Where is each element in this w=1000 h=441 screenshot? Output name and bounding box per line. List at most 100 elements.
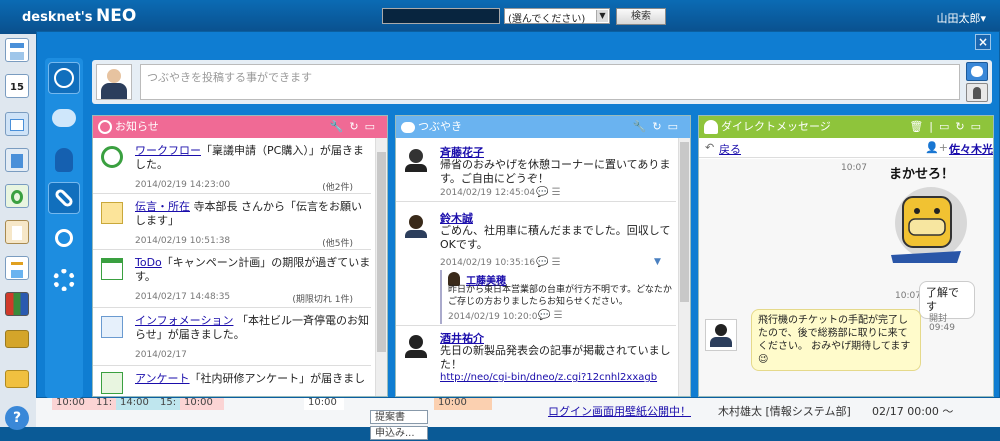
notice-count: (他5件)	[322, 239, 353, 249]
tweet-item[interactable]: 鈴木誠 ごめん、社用車に積んだままでした。回収してOKです。 2014/02/1…	[396, 202, 676, 326]
stamp-text: まかせろ！	[889, 167, 955, 182]
user-menu[interactable]: 山田太郎▾	[936, 10, 986, 26]
scrollbar[interactable]	[678, 138, 690, 396]
tweet-time: 2014/02/19 12:45:04	[440, 188, 536, 198]
post-bar: つぶやきを投稿する事ができます	[92, 60, 992, 104]
todo-icon	[101, 258, 123, 280]
header-tools[interactable]: 🔧↻▭	[633, 116, 684, 138]
antenna-icon	[54, 68, 74, 88]
notice-item[interactable]: アンケート「社内研修アンケート」が届きまし	[93, 366, 371, 396]
search-tool-button[interactable]	[48, 222, 80, 254]
folder-open-icon[interactable]	[5, 370, 29, 388]
books-icon[interactable]	[5, 292, 29, 316]
reply-icon[interactable]: 💬 ☰	[536, 257, 561, 268]
tweets-column: つぶやき 🔧↻▭ 斉藤花子 帰省のおみやげを休憩コーナーに置いてあります。ご自由…	[395, 115, 691, 397]
app-logo[interactable]: desknet's NEO	[22, 6, 136, 26]
add-person-icon[interactable]: 👤+	[925, 141, 948, 154]
bg-cell: 11:	[92, 396, 116, 410]
portal-icon[interactable]	[5, 38, 29, 62]
link-icon	[53, 187, 75, 209]
search-input[interactable]	[382, 8, 500, 24]
notice-count: (期限切れ 1件)	[292, 295, 353, 305]
top-bar: desknet's NEO (選んでください) ▼ 検索 山田太郎▾	[0, 0, 1000, 34]
notice-item[interactable]: ToDo「キャンペーン計画」の期限が過ぎています。 2014/02/17 14:…	[93, 250, 371, 308]
bg-notice-row[interactable]: ログイン画面用壁紙公開中！ 木村雄太 [情報システム部] 02/17 00:00…	[516, 404, 996, 420]
header-tools[interactable]: 🔧↻▭	[330, 116, 381, 138]
notices-column: お知らせ 🔧↻▭ ワークフロー「稟議申請（PC購入）」が届きました。 2014/…	[92, 115, 388, 397]
bg-notice-link[interactable]: ログイン画面用壁紙公開中！	[548, 404, 691, 420]
tweet-body: 先日の新製品発表会の記事が掲載されていました！	[440, 344, 671, 371]
notice-link[interactable]: インフォメーション	[135, 314, 233, 327]
bg-cell: 10:00	[304, 396, 344, 410]
dm-partner-name[interactable]: 佐々木光	[949, 141, 993, 157]
notice-item[interactable]: インフォメーション 「本社ビル一斉停電のお知らせ」が届きました。 2014/02…	[93, 308, 371, 366]
tweet-body: ごめん、社用車に積んだままでした。回収してOKです。	[440, 224, 671, 251]
bg-cell[interactable]: 提案書	[370, 410, 428, 424]
notice-time: 2014/02/19 10:51:38	[135, 236, 231, 246]
dm-title: ダイレクトメッセージ	[721, 120, 831, 133]
information-icon	[101, 316, 123, 338]
help-icon[interactable]: ?	[5, 406, 29, 430]
search-select-value: (選んでください)	[508, 14, 586, 25]
facility-icon[interactable]	[5, 148, 29, 172]
link-tool-button[interactable]	[48, 182, 80, 214]
antenna-tool-button[interactable]	[48, 62, 80, 94]
person-tool-button[interactable]	[48, 144, 80, 176]
search-target-select[interactable]: (選んでください) ▼	[504, 8, 610, 25]
reply-icon[interactable]: 💬 ☰	[538, 310, 563, 321]
back-arrow-icon[interactable]: ↶	[705, 141, 714, 154]
settings-tool-button[interactable]	[48, 264, 80, 296]
workflow-icon[interactable]	[5, 184, 29, 208]
my-avatar	[96, 64, 132, 100]
person-icon	[704, 120, 718, 134]
calendar-icon[interactable]: 15	[5, 74, 29, 98]
logo-text-2: NEO	[96, 6, 137, 26]
chat-tool-button[interactable]	[48, 102, 80, 134]
post-input[interactable]: つぶやきを投稿する事ができます	[140, 64, 960, 100]
message-time: 10:07	[895, 291, 921, 301]
notice-item[interactable]: 伝言・所在 寺本部長 さんから「伝言をお願いします」 2014/02/19 10…	[93, 194, 371, 250]
memo-icon[interactable]	[5, 256, 29, 280]
notice-link[interactable]: 伝言・所在	[135, 200, 190, 213]
workflow-icon	[101, 146, 123, 168]
reply-icon[interactable]: 💬 ☰	[536, 187, 561, 198]
notices-header: お知らせ 🔧↻▭	[93, 116, 387, 138]
chat-bubble-icon	[971, 66, 983, 77]
post-tools	[966, 62, 988, 102]
scrollbar[interactable]	[375, 138, 387, 396]
avatar	[402, 332, 430, 360]
header-tools[interactable]: 🗑|▭↻▭	[909, 116, 987, 138]
search-button[interactable]: 検索	[616, 8, 666, 25]
clipboard-icon[interactable]	[5, 220, 29, 244]
dm-nav: ↶ 戻る 👤+ 佐々木光	[699, 138, 993, 158]
notice-link[interactable]: アンケート	[135, 372, 190, 385]
back-link[interactable]: 戻る	[719, 141, 741, 157]
antenna-icon	[98, 120, 112, 134]
bg-cell: 10:00	[180, 396, 224, 410]
bg-cell: 15:	[156, 396, 180, 410]
tweet-item[interactable]: 斉藤花子 帰省のおみやげを休憩コーナーに置いてあります。ご自由にどうぞ！ 201…	[396, 138, 676, 202]
notice-item[interactable]: ワークフロー「稟議申請（PC購入）」が届きました。 2014/02/19 14:…	[93, 138, 371, 194]
notice-link[interactable]: ワークフロー	[135, 144, 201, 157]
tweet-item[interactable]: 酒井祐介 先日の新製品発表会の記事が掲載されていました！ http://neo/…	[396, 326, 676, 398]
notice-time: 2014/02/19 14:23:00	[135, 180, 231, 190]
bg-notice-date: 02/17 00:00 ～	[872, 405, 954, 418]
bg-cell[interactable]: 申込み...	[370, 426, 428, 440]
reply-time: 2014/02/19 10:20:05	[448, 312, 544, 322]
expand-icon[interactable]: ▼	[654, 257, 661, 267]
message-time: 10:07	[841, 163, 867, 173]
tweet-link[interactable]: http://neo/cgi-bin/dneo/z.cgi?12cnhl2xxa…	[440, 372, 672, 383]
magnifier-icon	[55, 229, 73, 247]
avatar	[705, 319, 737, 351]
close-button[interactable]: ×	[975, 34, 991, 50]
chat-bubble-icon	[401, 122, 415, 133]
notice-count: (他2件)	[322, 183, 353, 193]
tweet-post-button[interactable]	[966, 62, 988, 81]
reply-body: 昨日から東日本営業部の台車が行方不明です。どなたかご存じの方おりましたらお知らせ…	[448, 285, 672, 307]
dm-post-button[interactable]	[966, 83, 988, 102]
mail-icon[interactable]	[5, 112, 29, 136]
notice-link[interactable]: ToDo	[135, 256, 162, 269]
bg-cell: 10:00	[52, 396, 92, 410]
folder-icon[interactable]	[5, 330, 29, 348]
calendar-day: 15	[10, 82, 24, 93]
